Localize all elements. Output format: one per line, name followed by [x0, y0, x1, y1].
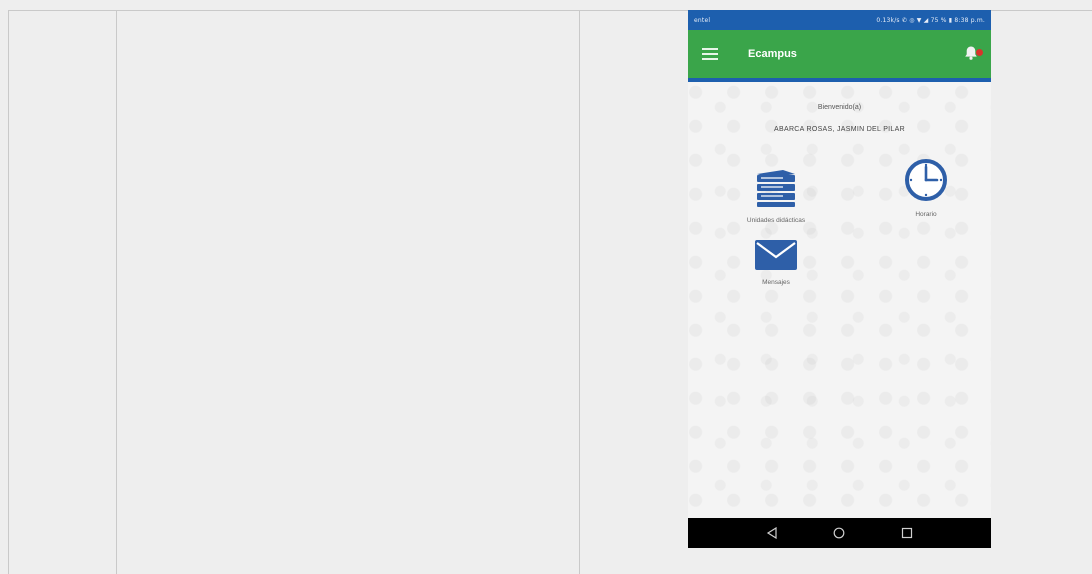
phone-screenshot: entel 0.13k/s ✆ ◎ ▼ ◢ 75 % ▮ 8:38 p.m. E…	[688, 10, 991, 548]
nav-back-button[interactable]	[765, 526, 779, 540]
nav-home-button[interactable]	[832, 526, 846, 540]
schedule-label: Horario	[915, 211, 937, 218]
back-icon	[766, 527, 777, 539]
student-name: ABARCA ROSAS, JASMIN DEL PILAR	[774, 126, 905, 133]
home-icon	[834, 527, 845, 539]
app-bar: Ecampus	[688, 30, 991, 82]
carrier-label: entel	[694, 16, 711, 24]
nav-recents-button[interactable]	[900, 526, 914, 540]
notification-badge	[976, 49, 983, 56]
books-icon	[757, 170, 795, 207]
clock-icon	[905, 159, 947, 201]
table-divider	[579, 11, 580, 574]
schedule-tile[interactable]: Horario	[894, 158, 958, 218]
menu-icon[interactable]	[702, 47, 718, 61]
welcome-text: Bienvenido(a)	[817, 104, 862, 111]
table-divider	[116, 11, 117, 574]
notifications-button[interactable]	[963, 45, 983, 63]
recents-icon	[902, 527, 913, 539]
messages-label: Mensajes	[762, 279, 790, 286]
status-indicators: 0.13k/s ✆ ◎ ▼ ◢ 75 % ▮ 8:38 p.m.	[876, 16, 985, 24]
units-label: Unidades didácticas	[746, 217, 806, 224]
status-bar: entel 0.13k/s ✆ ◎ ▼ ◢ 75 % ▮ 8:38 p.m.	[688, 10, 991, 30]
app-title: Ecampus	[748, 48, 797, 60]
android-nav-bar	[688, 518, 991, 548]
envelope-icon	[755, 240, 797, 270]
messages-tile[interactable]: Mensajes	[738, 240, 814, 286]
home-content: Bienvenido(a) ABARCA ROSAS, JASMIN DEL P…	[688, 82, 991, 518]
units-tile[interactable]: Unidades didácticas	[728, 168, 824, 224]
